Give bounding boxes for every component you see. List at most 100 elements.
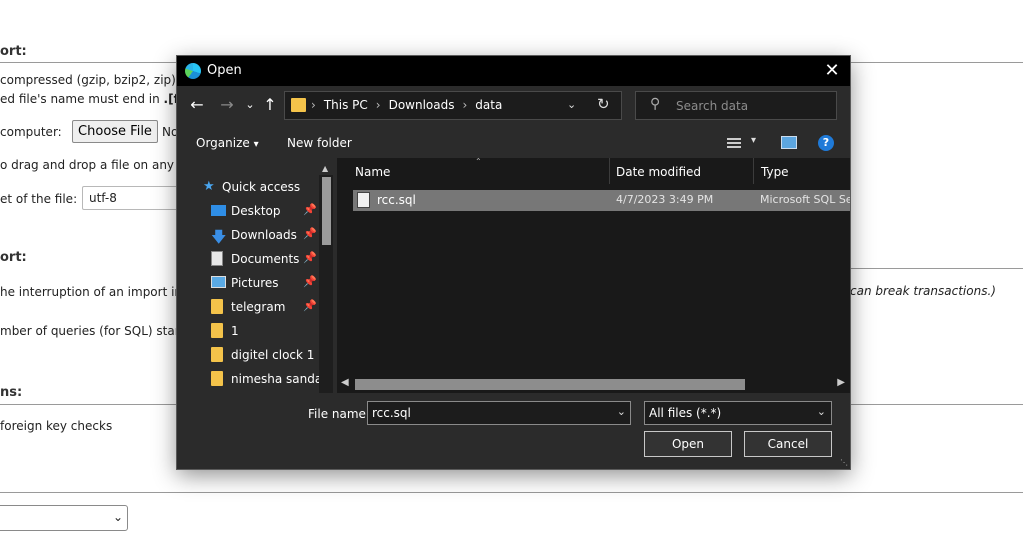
chevron-down-icon: ▾ [253,139,259,150]
column-separator[interactable] [609,158,610,184]
folder-icon [211,323,223,338]
scroll-left-icon[interactable]: ◀ [341,377,349,388]
interruption-text: he interruption of an import in c [0,285,193,299]
dialog-footer: File name: rcc.sql ⌄ All files (*.*) ⌄ O… [177,393,850,469]
pin-icon: 📌 [303,203,317,216]
documents-icon [211,251,223,266]
nav-label: nimesha sandam [231,372,319,386]
sort-ascending-icon: ⌃ [475,158,482,166]
divider [0,62,178,63]
breadcrumb-separator-icon: › [375,98,381,112]
nav-label: telegram [231,300,286,314]
preview-pane-icon[interactable] [781,136,797,149]
nav-label: Quick access [222,180,301,194]
organize-menu[interactable]: Organize ▾ [196,136,259,150]
search-placeholder: Search data [676,99,749,113]
address-dropdown-chevron-icon[interactable]: ⌄ [567,98,576,111]
format-select[interactable]: ⌄ [0,505,128,531]
file-name: rcc.sql [377,193,416,207]
folder-icon [211,347,223,362]
breadcrumb-data[interactable]: data [475,98,502,112]
breadcrumb: › This PC › Downloads › data [311,98,502,112]
sql-file-icon [357,192,370,208]
nav-label: Desktop [231,204,281,218]
file-name-value: rcc.sql [372,406,411,420]
file-type: Microsoft SQL Se [760,193,850,206]
folder-icon [211,299,223,314]
refresh-icon[interactable]: ↻ [597,95,610,113]
divider [850,62,1023,63]
nav-label: Pictures [231,276,279,290]
breadcrumb-downloads[interactable]: Downloads [389,98,455,112]
dialog-titlebar[interactable]: Open ✕ [177,56,850,86]
file-type-filter-select[interactable]: All files (*.*) ⌄ [644,401,832,425]
chevron-down-icon: ⌄ [112,510,123,524]
view-options-chevron-icon[interactable]: ▾ [751,135,756,146]
scroll-right-icon[interactable]: ▶ [837,377,845,388]
choose-file-button[interactable]: Choose File [72,120,158,143]
nav-label: Downloads [231,228,297,242]
column-separator[interactable] [753,158,754,184]
queries-text: mber of queries (for SQL) starti [0,324,188,338]
nav-item-digitel-clock-1[interactable]: digitel clock 1 [177,344,319,366]
dialog-title: Open [207,63,242,78]
pin-icon: 📌 [303,275,317,288]
horizontal-scrollbar[interactable]: ◀ ▶ [339,376,847,392]
scroll-up-icon[interactable]: ▲ [322,164,328,173]
divider [0,404,178,405]
address-bar[interactable]: › This PC › Downloads › data ⌄ ↻ [284,91,622,120]
nav-item-documents[interactable]: Documents 📌 [177,248,319,270]
open-button[interactable]: Open [644,431,732,457]
transactions-note: can break transactions.) [850,284,996,298]
nav-label: digitel clock 1 [231,348,315,362]
file-name-hint: ed file's name must end in .[for [0,92,193,106]
up-arrow-icon[interactable]: ↑ [260,95,280,115]
open-file-dialog: Open ✕ ← → ⌄ ↑ › This PC › Downloads › d… [177,56,850,469]
star-icon: ★ [203,179,215,194]
file-name-input[interactable]: rcc.sql ⌄ [367,401,631,425]
cancel-button[interactable]: Cancel [744,431,832,457]
file-row[interactable]: rcc.sql 4/7/2023 3:49 PM Microsoft SQL S… [353,190,850,211]
command-bar: Organize ▾ New folder ▾ ? [177,128,850,158]
close-button[interactable]: ✕ [820,59,844,83]
file-date-modified: 4/7/2023 3:49 PM [616,193,714,206]
folder-icon [211,371,223,386]
nav-item-telegram[interactable]: telegram 📌 [177,296,319,318]
nav-quick-access[interactable]: ★ Quick access [177,176,319,198]
pictures-icon [211,276,226,288]
folder-icon [291,98,306,112]
scrollbar-thumb[interactable] [322,177,331,245]
search-icon: ⚲ [650,96,661,112]
chevron-down-icon[interactable]: ⌄ [617,405,626,418]
divider [850,404,1023,405]
nav-item-desktop[interactable]: Desktop 📌 [177,200,319,222]
nav-scrollbar[interactable]: ▲ [319,164,333,393]
forward-arrow-icon[interactable]: → [217,95,237,115]
scrollbar-thumb[interactable] [355,379,745,390]
section-heading-partial-import: ort: [0,250,27,265]
nav-item-pictures[interactable]: Pictures 📌 [177,272,319,294]
pin-icon: 📌 [303,299,317,312]
resize-grip-icon[interactable]: ⋱ [840,458,848,467]
nav-item-1[interactable]: 1 [177,320,319,342]
filter-value: All files (*.*) [649,406,722,420]
drag-drop-hint: o drag and drop a file on any p [0,158,186,172]
breadcrumb-separator-icon: › [311,98,316,112]
nav-item-downloads[interactable]: 🡇 Downloads 📌 [177,224,319,246]
section-heading-import-file: ort: [0,44,27,59]
nav-item-nimesha-sandam[interactable]: nimesha sandam [177,368,319,390]
help-icon[interactable]: ? [818,135,834,151]
compression-hint: compressed (gzip, bzip2, zip) o [0,73,188,87]
back-arrow-icon[interactable]: ← [187,95,207,115]
divider [850,268,1023,269]
desktop-icon [211,205,226,216]
pin-icon: 📌 [303,227,317,240]
charset-input[interactable]: utf-8 [82,186,192,210]
search-box[interactable]: ⚲ Search data [635,91,837,120]
new-folder-button[interactable]: New folder [287,136,352,150]
download-arrow-icon: 🡇 [211,228,227,246]
breadcrumb-this-pc[interactable]: This PC [324,98,368,112]
recent-locations-chevron-icon[interactable]: ⌄ [240,95,260,115]
file-name-label: File name: [308,407,370,421]
charset-label: et of the file: [0,192,78,206]
